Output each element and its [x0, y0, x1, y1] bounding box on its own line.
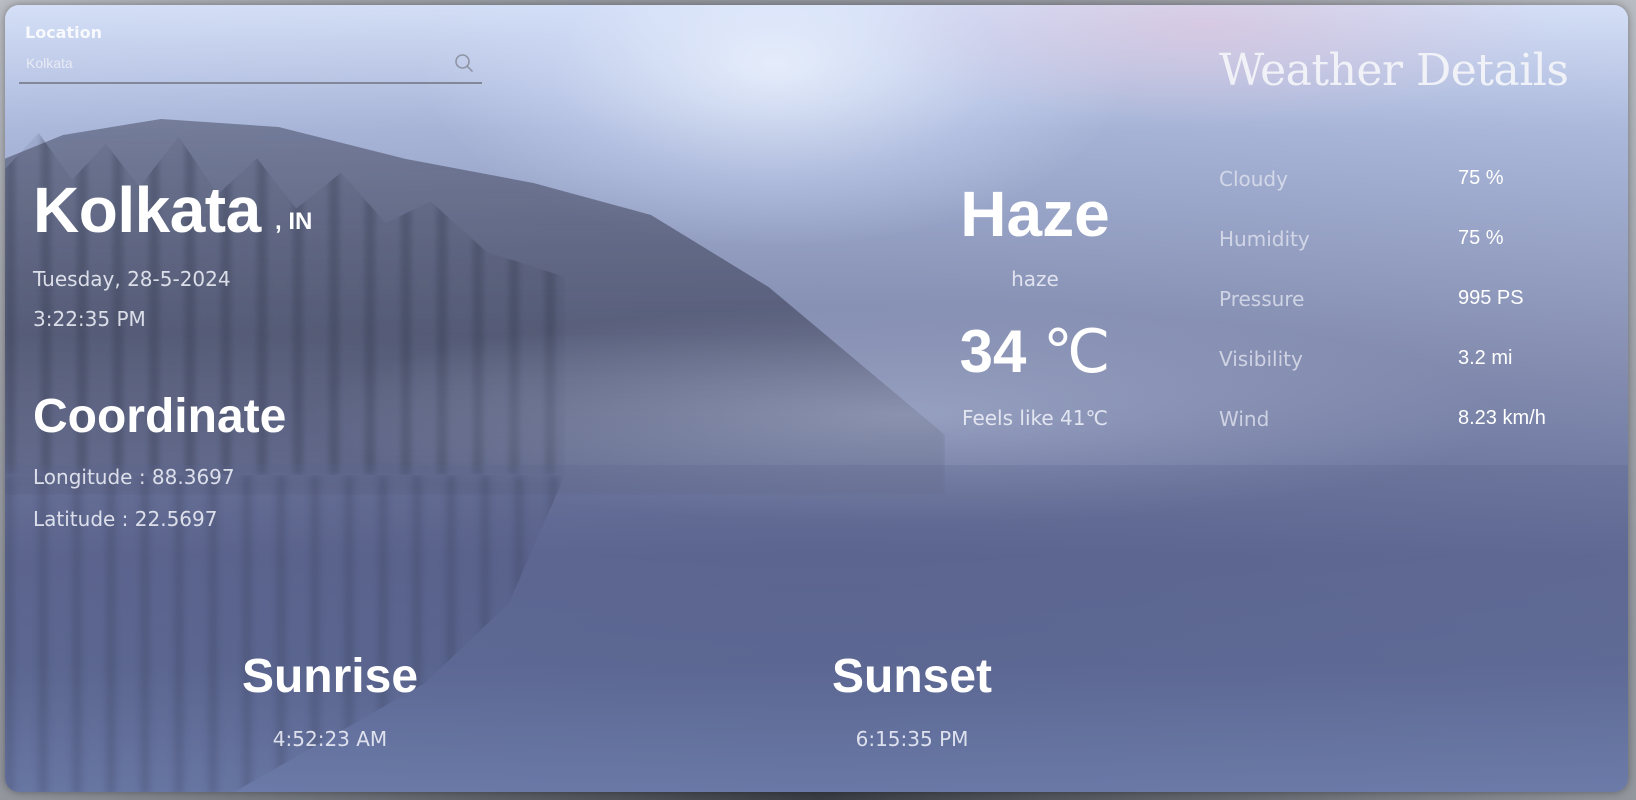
- longitude-value: Longitude : 88.3697: [33, 465, 235, 489]
- search-input[interactable]: [24, 49, 448, 77]
- location-label: Location: [25, 23, 102, 42]
- temperature: 34 ℃: [925, 317, 1145, 387]
- temperature-unit: ℃: [1043, 319, 1111, 385]
- current-date: Tuesday, 28-5-2024: [33, 267, 231, 291]
- latitude-value: Latitude : 22.5697: [33, 507, 218, 531]
- weather-description: haze: [1011, 267, 1059, 291]
- temperature-value: 34: [959, 318, 1044, 385]
- coordinate-title: Coordinate: [33, 390, 287, 443]
- weather-details-title: Weather Details: [1219, 45, 1569, 96]
- sunset-title: Sunset: [831, 650, 993, 703]
- search-underline: [19, 82, 482, 84]
- detail-value-cloudy: 75 %: [1458, 167, 1504, 189]
- feels-like: Feels like 41℃: [962, 406, 1108, 430]
- detail-label-humidity: Humidity: [1219, 227, 1310, 251]
- page-background: Location Kolkata , IN Tuesday, 28-5-2024…: [0, 0, 1636, 800]
- sunrise-time: 4:52:23 AM: [272, 727, 388, 751]
- detail-label-pressure: Pressure: [1219, 287, 1305, 311]
- weather-condition: Haze: [960, 178, 1110, 250]
- detail-value-wind: 8.23 km/h: [1458, 407, 1546, 429]
- search-icon[interactable]: [454, 53, 474, 73]
- country-code: , IN: [275, 208, 313, 235]
- city-name: Kolkata: [33, 174, 261, 246]
- detail-label-visibility: Visibility: [1219, 347, 1303, 371]
- detail-value-visibility: 3.2 mi: [1458, 347, 1513, 369]
- detail-label-cloudy: Cloudy: [1219, 167, 1288, 191]
- weather-card: Location Kolkata , IN Tuesday, 28-5-2024…: [5, 5, 1628, 792]
- sunset-time: 6:15:35 PM: [855, 727, 969, 751]
- detail-value-humidity: 75 %: [1458, 227, 1504, 249]
- detail-label-wind: Wind: [1219, 407, 1270, 431]
- current-time: 3:22:35 PM: [33, 307, 146, 331]
- detail-value-pressure: 995 PS: [1458, 287, 1524, 309]
- sunrise-title: Sunrise: [241, 650, 419, 703]
